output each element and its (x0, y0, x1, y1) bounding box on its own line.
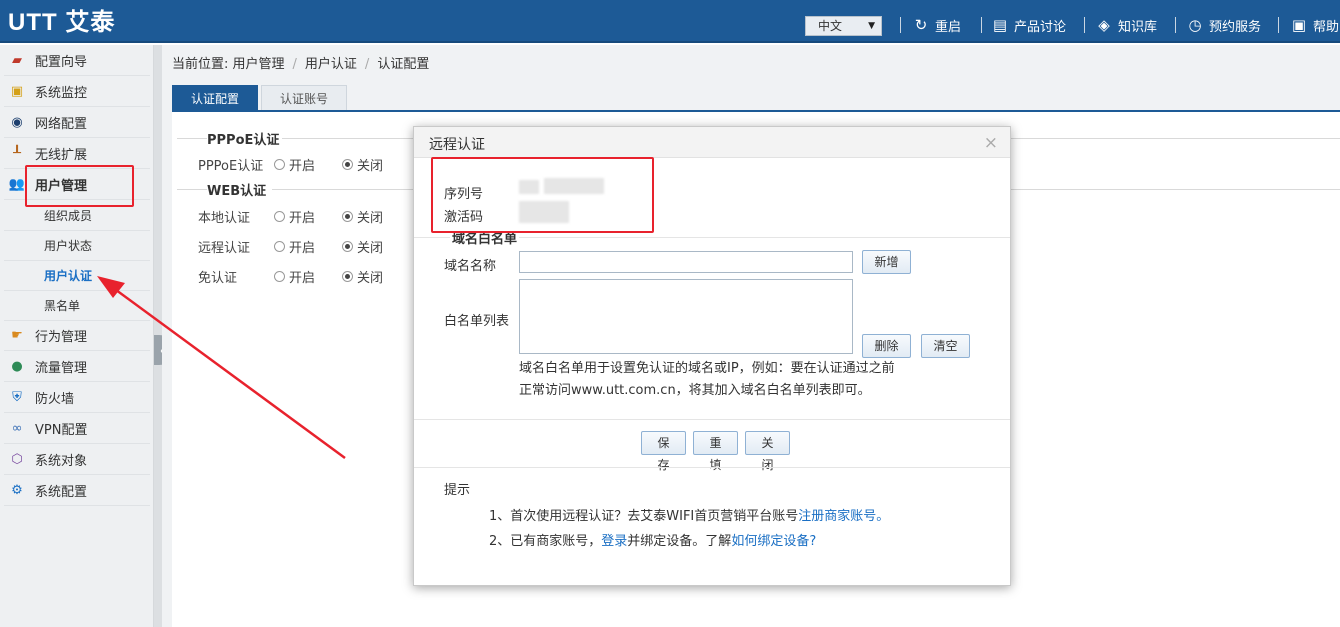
login-link[interactable]: 登录 (601, 534, 627, 549)
tip-text: 2、已有商家账号， (489, 534, 602, 549)
clear-button[interactable]: 清空 (921, 334, 970, 358)
tip-text: 1、首次使用远程认证？去艾泰WIFI首页营销平台账号 (489, 509, 799, 524)
add-button[interactable]: 新增 (862, 250, 911, 274)
whitelist-note-line1: 域名白名单用于设置免认证的域名或IP，例如：要在认证通过之前 (519, 361, 895, 376)
tips-title: 提示 (444, 483, 471, 498)
divider (414, 419, 1010, 420)
reset-button[interactable]: 重填 (693, 431, 738, 472)
whitelist-label: 白名单列表 (444, 314, 510, 329)
dialog-title: 远程认证 (429, 137, 485, 153)
tip-line-2: 2、已有商家账号，登录并绑定设备。了解如何绑定设备? (489, 531, 816, 553)
close-icon[interactable]: × (984, 133, 998, 153)
domain-name-label: 域名名称 (444, 259, 497, 274)
divider (414, 467, 1010, 468)
dialog-header: 远程认证 × (414, 127, 1010, 158)
tip-line-1: 1、首次使用远程认证？去艾泰WIFI首页营销平台账号注册商家账号。 (489, 506, 889, 528)
tip-text: 并绑定设备。了解 (627, 534, 732, 549)
save-button[interactable]: 保存 (641, 431, 686, 472)
delete-button[interactable]: 删除 (862, 334, 911, 358)
annotation-highlight-box (431, 157, 654, 233)
whitelist-listbox[interactable] (519, 279, 853, 354)
how-to-bind-link[interactable]: 如何绑定设备? (731, 534, 816, 549)
remote-auth-dialog: 远程认证 × 序列号 激活码 域名白名单 域名名称 新增 白名单列表 删除 清空… (413, 126, 1011, 586)
domain-name-input[interactable] (519, 251, 853, 273)
register-merchant-link[interactable]: 注册商家账号。 (798, 509, 889, 524)
whitelist-note-line2: 正常访问www.utt.com.cn，将其加入域名白名单列表即可。 (519, 383, 871, 398)
close-button[interactable]: 关闭 (745, 431, 790, 472)
